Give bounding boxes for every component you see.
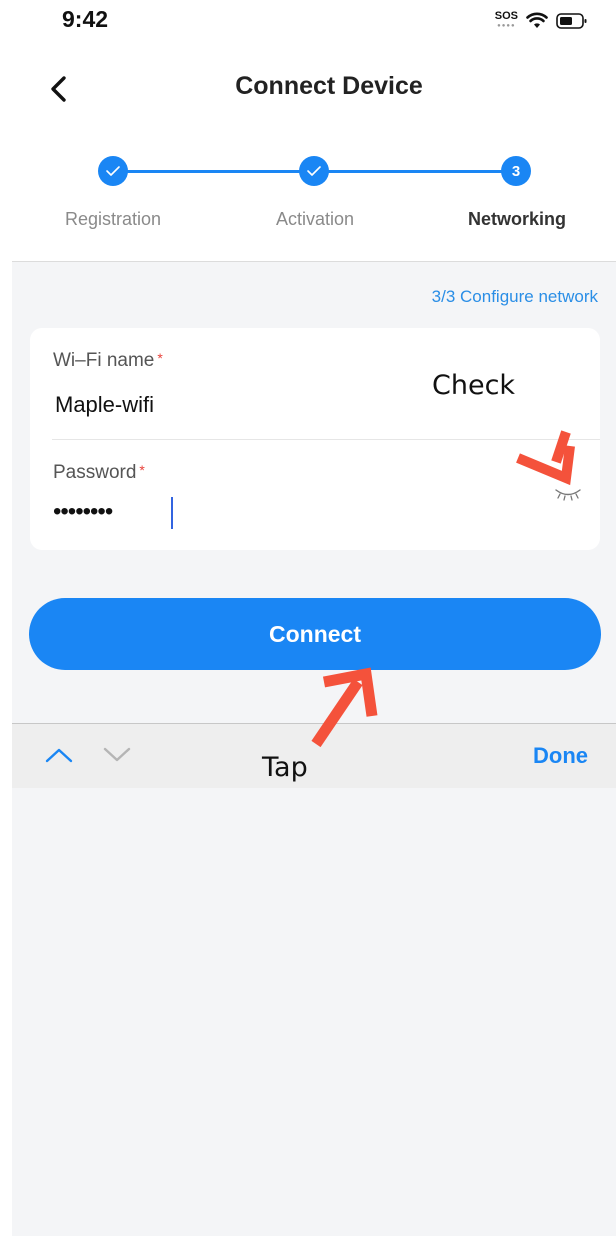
required-mark: *	[157, 350, 163, 366]
eye-closed-icon[interactable]	[554, 487, 582, 501]
wifi-name-input[interactable]: Maple-wifi	[55, 392, 154, 418]
step-connector	[328, 170, 503, 173]
chevron-up-icon[interactable]	[44, 745, 74, 765]
password-label: Password *	[53, 462, 145, 484]
wifi-name-label: Wi–Fi name *	[53, 350, 163, 372]
step-label-networking: Networking	[467, 209, 566, 229]
step-connector	[127, 170, 301, 173]
signal-dots: ●●●●	[497, 23, 516, 29]
wifi-name-label-text: Wi–Fi name	[53, 350, 155, 371]
status-indicators: SOS ●●●●	[495, 10, 588, 32]
wifi-icon	[526, 12, 548, 28]
step-marker-registration	[98, 156, 128, 186]
text-cursor	[171, 497, 173, 529]
page-title: Connect Device	[235, 72, 423, 100]
check-icon	[106, 166, 120, 176]
password-input[interactable]: ••••••••	[53, 498, 113, 526]
check-icon	[307, 166, 321, 176]
connect-button[interactable]: Connect	[29, 598, 601, 670]
annotation-check-label: Check	[432, 370, 516, 401]
required-mark: *	[139, 462, 145, 478]
status-time: 9:42	[62, 6, 109, 32]
step-label-registration: Registration	[64, 209, 162, 229]
sos-indicator: SOS ●●●●	[495, 11, 518, 31]
step-marker-networking: 3	[501, 156, 531, 186]
battery-icon	[556, 13, 587, 29]
step-label-activation: Activation	[275, 209, 355, 229]
step-marker-activation	[299, 156, 329, 186]
configure-network-link[interactable]: 3/3 Configure network	[432, 287, 598, 307]
password-label-text: Password	[53, 462, 137, 483]
annotation-arrow-tap	[311, 667, 378, 748]
done-button[interactable]: Done	[533, 743, 588, 769]
annotation-arrow-check	[516, 430, 575, 486]
chevron-down-icon[interactable]	[102, 745, 132, 765]
annotation-tap-label: Tap	[262, 752, 308, 783]
